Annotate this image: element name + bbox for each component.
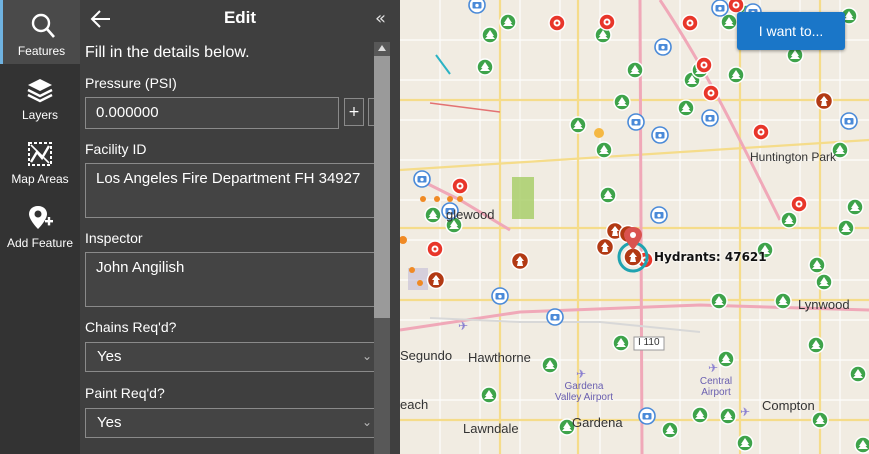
chevron-down-icon: ⌄ (361, 349, 372, 363)
tree-markers (424, 4, 869, 454)
map-markers: ✈ ✈ ✈ ✈ (400, 0, 869, 454)
place-segundo: Segundo (400, 348, 453, 363)
chains-select[interactable]: Yes ⌄ (85, 342, 375, 372)
place-central-airport: Central Airport (699, 376, 733, 398)
place-huntington-park: Huntington Park (750, 150, 837, 164)
svg-text:✈: ✈ (458, 319, 468, 333)
layers-icon (27, 79, 53, 103)
pressure-increment-button[interactable]: + (344, 98, 364, 126)
place-lynwood: Lynwood (798, 297, 850, 312)
rail-item-label: Features (17, 44, 66, 58)
place-gardena-airport: Gardena Valley Airport (554, 381, 614, 403)
collapse-panel-button[interactable]: « (375, 8, 386, 29)
edit-form: Fill in the details below. Pressure (PSI… (80, 40, 400, 454)
place-gardena: Gardena (572, 415, 623, 430)
pressure-input[interactable]: 0.000000 (85, 97, 339, 129)
chains-value: Yes (97, 348, 122, 365)
rail-item-layers[interactable]: Layers (0, 64, 80, 128)
place-inglewood: glewood (446, 207, 495, 222)
inspector-label: Inspector (85, 230, 143, 246)
pressure-label: Pressure (PSI) (85, 75, 177, 91)
scroll-up-arrow-icon[interactable] (378, 45, 386, 51)
paint-label: Paint Req'd? (85, 385, 165, 401)
left-rail: Features Layers Map Areas Add Feature (0, 0, 80, 454)
hydrant-count-label: Hydrants: 47621 (654, 250, 767, 264)
rail-item-features[interactable]: Features (0, 0, 80, 64)
panel-title: Edit (223, 8, 257, 27)
chevron-down-icon: ⌄ (361, 415, 372, 429)
rail-item-label: Map Areas (11, 172, 69, 186)
paint-value: Yes (97, 414, 122, 431)
panel-scrollbar[interactable] (374, 42, 390, 454)
form-intro: Fill in the details below. (85, 44, 250, 61)
svg-text:✈: ✈ (576, 367, 586, 381)
place-hawthorne: Hawthorne (468, 350, 531, 365)
rail-item-label: Add Feature (6, 236, 74, 250)
rail-item-map-areas[interactable]: Map Areas (0, 128, 80, 192)
rail-item-add-feature[interactable]: Add Feature (0, 192, 80, 256)
highway-i110: I 110 (638, 337, 660, 348)
edit-panel: Edit « Fill in the details below. Pressu… (80, 0, 400, 454)
svg-text:✈: ✈ (740, 405, 750, 419)
rail-item-label: Layers (21, 108, 59, 122)
i-want-to-button[interactable]: I want to... (737, 12, 845, 50)
place-lawndale: Lawndale (463, 421, 519, 436)
svg-text:✈: ✈ (708, 361, 718, 375)
facility-id-label: Facility ID (85, 141, 147, 157)
facility-id-field[interactable]: Los Angeles Fire Department FH 34927 (85, 163, 375, 218)
map-view[interactable]: ✈ ✈ ✈ ✈ Huntington Park glewood Lynwood Seg… (400, 0, 869, 454)
panel-header: Edit « (80, 0, 400, 38)
inspector-field[interactable]: John Angilish (85, 252, 375, 307)
chains-label: Chains Req'd? (85, 319, 177, 335)
paint-select[interactable]: Yes ⌄ (85, 408, 375, 438)
add-feature-icon (29, 206, 53, 229)
place-compton: Compton (762, 398, 815, 413)
scrollbar-thumb[interactable] (374, 56, 390, 318)
place-each: each (400, 397, 429, 412)
map-areas-icon (28, 142, 52, 166)
search-icon (31, 13, 55, 38)
